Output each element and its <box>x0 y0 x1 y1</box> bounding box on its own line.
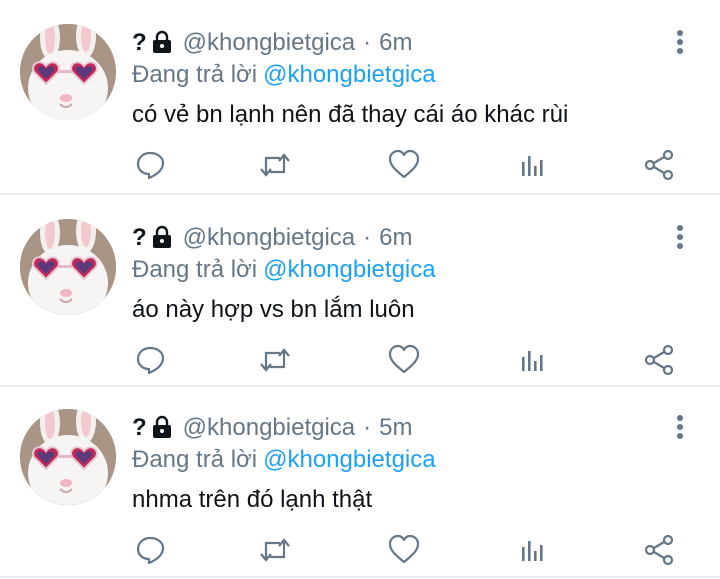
more-icon[interactable] <box>670 413 690 441</box>
like-icon[interactable] <box>387 343 421 377</box>
share-icon[interactable] <box>642 533 676 567</box>
avatar[interactable] <box>20 219 116 315</box>
replying-label: Đang trả lời <box>132 61 258 88</box>
separator-dot: · <box>363 414 372 441</box>
action-bar <box>132 343 692 383</box>
tweet[interactable]: ? @khongbietgica · 6m Đang trả lời @khong… <box>0 0 720 190</box>
avatar[interactable] <box>20 24 116 120</box>
display-name[interactable]: ? <box>132 411 147 445</box>
timestamp[interactable]: 6m <box>379 221 412 255</box>
tweet-feed: ? @khongbietgica · 6m Đang trả lời @khong… <box>0 0 720 579</box>
timestamp[interactable]: 6m <box>379 26 412 60</box>
action-bar <box>132 533 692 573</box>
tweet-text: nhma trên đó lạnh thật <box>132 486 373 513</box>
stats-icon[interactable] <box>516 343 550 377</box>
tweet-header: ? @khongbietgica · 6m <box>132 26 413 60</box>
tweet[interactable]: ? @khongbietgica · 5m Đang trả lời @khong… <box>0 385 720 575</box>
share-icon[interactable] <box>642 148 676 182</box>
lock-icon <box>151 225 173 249</box>
more-icon[interactable] <box>670 28 690 56</box>
user-handle[interactable]: @khongbietgica <box>183 221 355 255</box>
stats-icon[interactable] <box>516 148 550 182</box>
user-handle[interactable]: @khongbietgica <box>183 26 355 60</box>
replying-label: Đang trả lời <box>132 446 258 473</box>
lock-icon <box>151 30 173 54</box>
separator-dot: · <box>363 29 372 56</box>
mention-link[interactable]: @khongbietgica <box>263 256 435 283</box>
retweet-icon[interactable] <box>258 343 292 377</box>
avatar[interactable] <box>20 409 116 505</box>
mention-link[interactable]: @khongbietgica <box>263 61 435 88</box>
avatar-image <box>20 409 116 505</box>
replying-to: Đang trả lời @khongbietgica <box>132 253 436 287</box>
timestamp[interactable]: 5m <box>379 411 412 445</box>
retweet-icon[interactable] <box>258 148 292 182</box>
action-bar <box>132 148 692 188</box>
more-icon[interactable] <box>670 223 690 251</box>
like-icon[interactable] <box>387 148 421 182</box>
reply-icon[interactable] <box>134 148 168 182</box>
replying-to: Đang trả lời @khongbietgica <box>132 58 436 92</box>
divider <box>0 576 720 578</box>
avatar-image <box>20 219 116 315</box>
like-icon[interactable] <box>387 533 421 567</box>
stats-icon[interactable] <box>516 533 550 567</box>
replying-label: Đang trả lời <box>132 256 258 283</box>
retweet-icon[interactable] <box>258 533 292 567</box>
display-name[interactable]: ? <box>132 26 147 60</box>
reply-icon[interactable] <box>134 533 168 567</box>
replying-to: Đang trả lời @khongbietgica <box>132 443 436 477</box>
tweet-header: ? @khongbietgica · 5m <box>132 411 413 445</box>
separator-dot: · <box>363 224 372 251</box>
avatar-image <box>20 24 116 120</box>
mention-link[interactable]: @khongbietgica <box>263 446 435 473</box>
display-name[interactable]: ? <box>132 221 147 255</box>
tweet-text: có vẻ bn lạnh nên đã thay cái áo khác rù… <box>132 101 569 128</box>
lock-icon <box>151 415 173 439</box>
reply-icon[interactable] <box>134 343 168 377</box>
tweet-header: ? @khongbietgica · 6m <box>132 221 413 255</box>
tweet-text: áo này hợp vs bn lắm luôn <box>132 296 415 323</box>
tweet[interactable]: ? @khongbietgica · 6m Đang trả lời @khong… <box>0 195 720 385</box>
share-icon[interactable] <box>642 343 676 377</box>
user-handle[interactable]: @khongbietgica <box>183 411 355 445</box>
